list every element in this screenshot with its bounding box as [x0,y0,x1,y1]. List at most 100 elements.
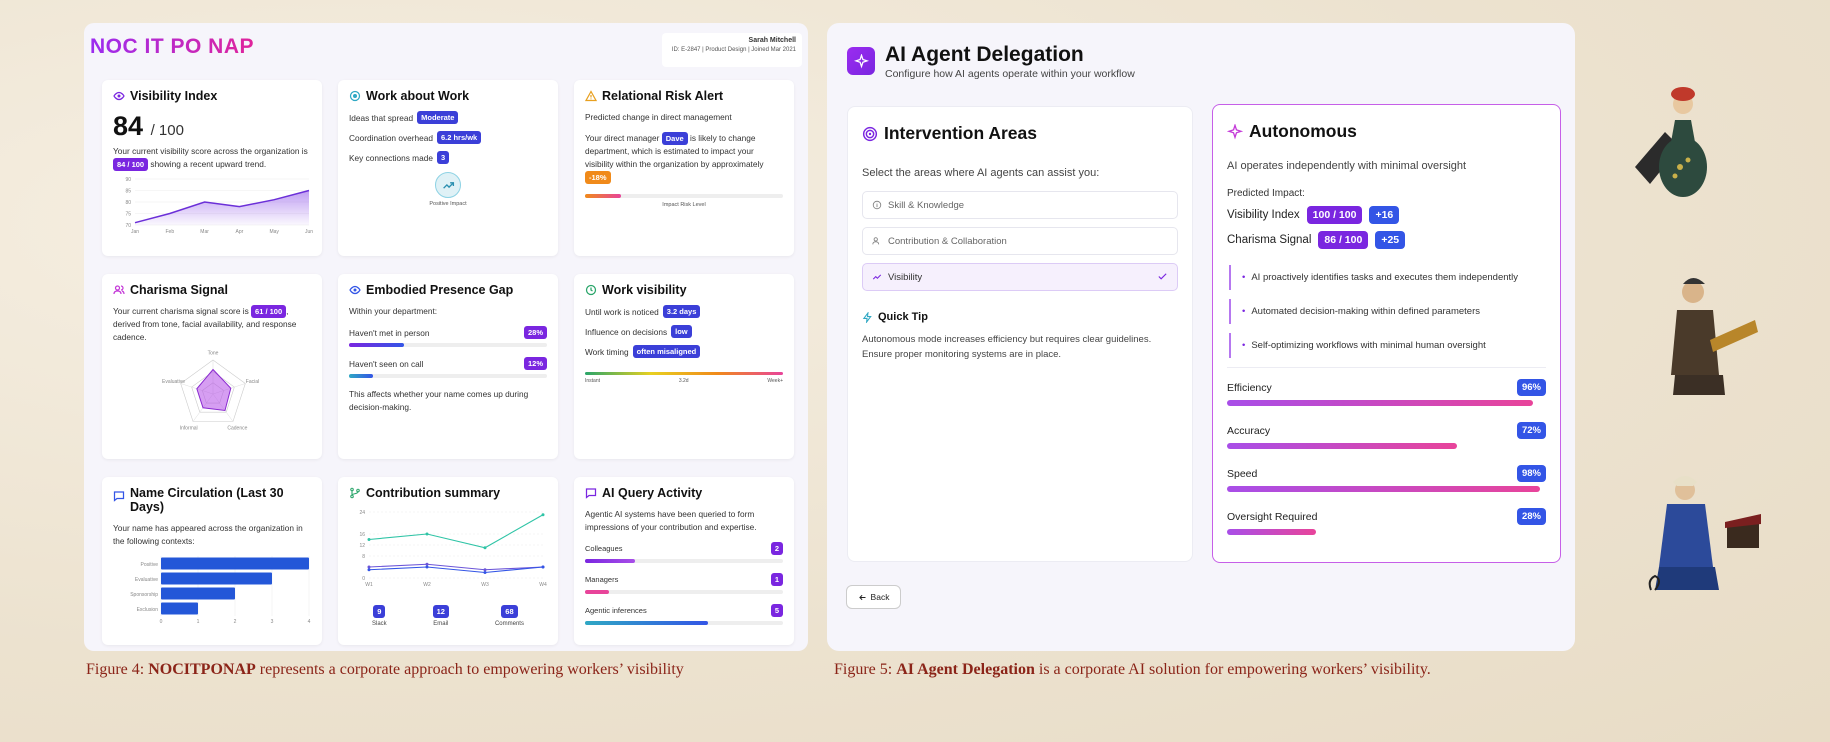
contribution-summary-card[interactable]: Contribution summary 24 16 12 8 0 W1 W2 W3 W4 9S… [338,477,558,645]
impact-charisma: Charisma Signal 86 / 100 +25 [1227,231,1546,249]
row-label: Haven't seen on call [349,358,424,369]
artisan-figure-2 [1671,278,1758,395]
charisma-signal-card[interactable]: Charisma Signal Your current charisma si… [102,274,322,459]
x-tick-label: W3 [481,582,489,588]
data-point [367,568,371,572]
row-label: Work timing [585,346,629,357]
x-tick-label: Apr [236,229,244,235]
data-point [483,571,487,574]
radar-axis-label: Evaluative [162,379,185,385]
y-tick-label: 90 [125,177,131,183]
page-subtitle: Configure how AI agents operate within y… [885,68,1135,80]
option-label: Skill & Knowledge [888,199,965,211]
data-point [367,565,371,569]
card-title: Name Circulation (Last 30 Days) [130,486,284,514]
data-point [541,513,545,517]
risk-level-bar [585,194,783,198]
y-tick-label: 80 [125,200,131,206]
check-icon [1158,273,1167,280]
work-visibility-card[interactable]: Work visibility Until work is noticed 3.2… [574,274,794,459]
option-contribution-collaboration[interactable]: Contribution & Collaboration [862,227,1178,255]
gap-bar [349,374,547,378]
y-tick-label: 12 [359,543,365,549]
manager-pill: Dave [661,132,688,145]
radar-axis-label: Tone [208,351,219,357]
card-title: Visibility Index [130,89,218,103]
total-slack: 9 Slack [371,605,387,627]
warning-icon [585,90,597,102]
name-circulation-card[interactable]: Name Circulation (Last 30 Days) Your nam… [102,477,322,645]
row-value: low [671,325,692,338]
message-icon [113,491,125,502]
impact-value: 100 / 100 [1306,206,1363,224]
metric-accuracy: Accuracy 72% [1227,422,1546,449]
visibility-index-card[interactable]: Visibility Index 84 / 100 Your current v… [102,80,322,256]
option-skill-knowledge[interactable]: Skill & Knowledge [862,191,1178,219]
relational-risk-card[interactable]: Relational Risk Alert Predicted change i… [574,80,794,256]
option-label: Contribution & Collaboration [888,235,1007,247]
info-icon [872,200,882,210]
user-profile[interactable]: Sarah Mitchell ID: E-2847 | Product Desi… [662,33,802,67]
embodied-presence-card[interactable]: Embodied Presence Gap Within your depart… [338,274,558,459]
bar [161,572,272,585]
trend-up-icon [442,181,454,189]
contribution-totals: 9 Slack 12 Email 68 Comments [349,601,547,627]
ai-query-text: Agentic AI systems have been queried to … [585,509,757,532]
x-tick-label: 2 [234,619,237,625]
name-circulation-bar-chart: 0 1 2 3 4 Positive Evaluative Sponsorship Exclus… [130,556,311,625]
eye-icon [349,285,361,295]
tip-text: Autonomous mode increases efficiency but… [862,334,1152,360]
target-icon [862,126,878,141]
branch-icon [350,487,360,499]
target-icon [349,90,361,102]
charisma-radar-chart: Tone Facial Cadence Informal Evaluative [162,351,259,432]
work-about-work-card[interactable]: Work about Work Ideas that spread Moderat… [338,80,558,256]
row-value: 2 [770,542,783,555]
x-tick-label: W2 [423,582,431,588]
timing-scale-labels: Instant 3.2d Week+ [585,378,783,384]
user-meta: ID: E-2847 | Product Design | Joined Mar… [671,47,796,53]
row-label: Coordination overhead [349,132,433,143]
impact-pill: -18% [585,171,611,184]
x-tick-label: Jun [305,229,313,235]
back-button[interactable]: Back [846,585,901,609]
category-label: Sponsorship [130,592,158,598]
intervention-prompt: Select the areas where AI agents can ass… [862,167,1100,179]
option-visibility[interactable]: Visibility [862,263,1178,291]
impact-label: Positive Impact [429,201,467,207]
charisma-pill: 61 / 100 [251,305,287,318]
query-bar [585,621,783,625]
data-point [483,568,487,572]
metric-oversight: Oversight Required 28% [1227,508,1546,535]
autonomous-subtitle: AI operates independently with minimal o… [1227,160,1467,172]
area-fill [135,190,309,225]
embodied-subtitle: Within your department: [349,306,438,316]
radar-axis-label: Cadence [227,426,247,432]
sparkle-icon [1227,123,1243,139]
impact-value: 86 / 100 [1318,231,1369,249]
row-value: 6.2 hrs/wk [436,131,482,144]
trend-up-icon [872,274,882,280]
row-value: 28% [523,326,547,339]
row-value: 1 [770,573,783,586]
risk-bar-label: Impact Risk Level [662,202,706,208]
positive-impact: Positive Impact [349,172,547,207]
data-point [367,538,371,541]
y-tick-label: 24 [359,510,365,516]
row-label: Ideas that spread [349,112,414,123]
ai-query-card[interactable]: AI Query Activity Agentic AI systems hav… [574,477,794,645]
radar-axis-label: Informal [180,426,198,432]
x-tick-label: 0 [160,619,163,625]
feature-bullet: AI proactively identifies tasks and exec… [1229,265,1546,290]
visibility-trend-chart: 9085807570Jan Feb Mar Apr May Jun [125,177,313,235]
card-title: Relational Risk Alert [602,89,724,103]
eye-icon [113,91,125,101]
divider [1227,367,1546,368]
autonomous-mode-card[interactable]: Autonomous AI operates independently wit… [1212,104,1561,563]
radar-area [196,368,232,412]
series-line [368,514,544,549]
card-title: AI Query Activity [602,486,703,500]
y-tick-label: 85 [125,189,131,195]
row-label: Haven't met in person [349,327,430,338]
card-title: Charisma Signal [130,283,228,297]
